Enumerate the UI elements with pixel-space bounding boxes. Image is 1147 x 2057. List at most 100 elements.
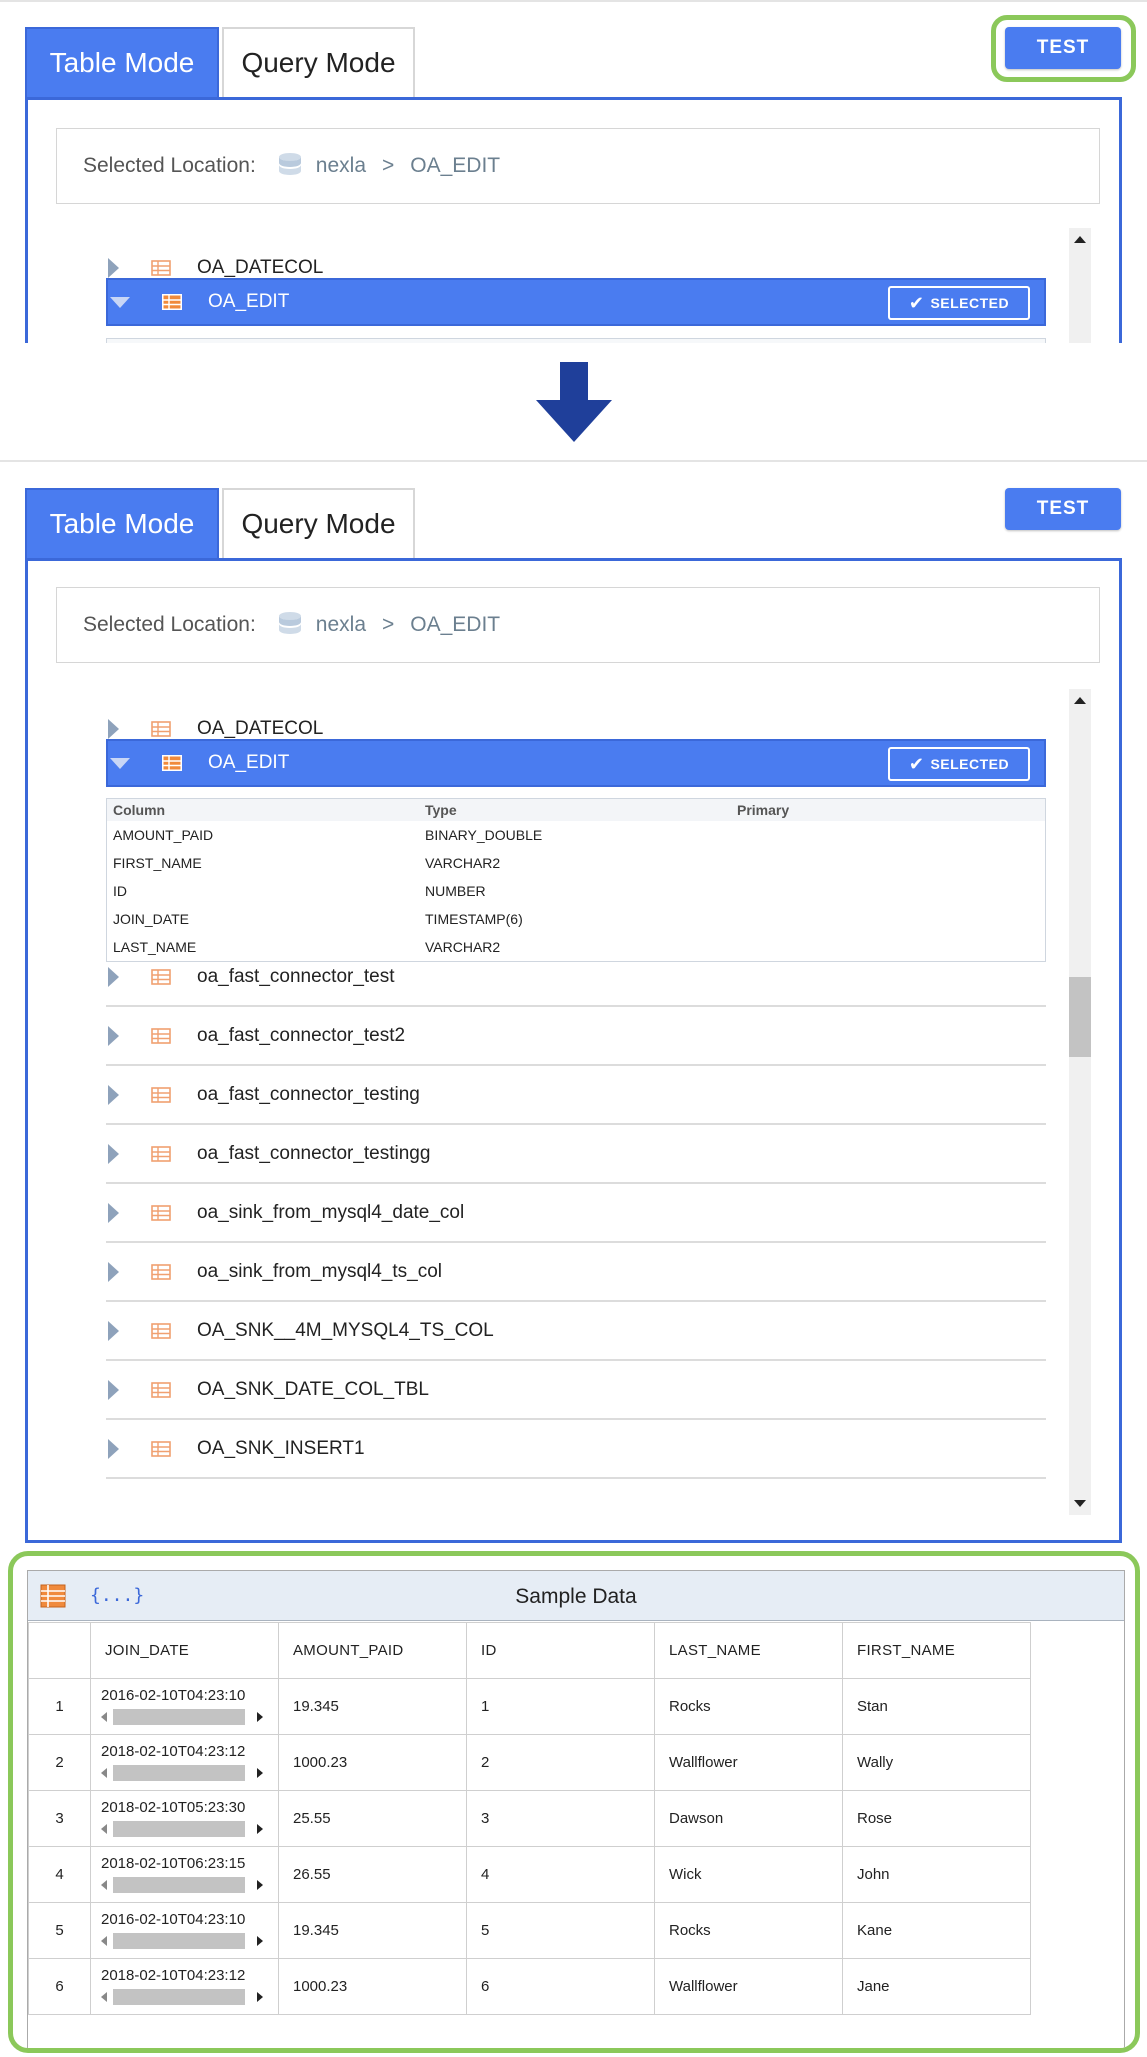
cell-scrollbar[interactable] <box>101 1876 271 1894</box>
table-row[interactable]: oa_sink_from_mysql4_date_col <box>106 1185 1046 1243</box>
join-date-cell: 2016-02-10T04:23:10 <box>90 1902 279 1959</box>
tab-query-mode[interactable]: Query Mode <box>222 488 415 558</box>
scroll-down-arrow[interactable] <box>1074 1500 1086 1507</box>
scroll-right-arrow[interactable] <box>257 1992 263 2002</box>
column-header[interactable]: LAST_NAME <box>654 1622 843 1679</box>
scroll-right-arrow[interactable] <box>257 1880 263 1890</box>
scroll-left-arrow[interactable] <box>101 1824 107 1834</box>
cell-scroll-thumb[interactable] <box>113 1765 245 1781</box>
join-date: 2016-02-10T04:23:10 <box>101 1911 246 1928</box>
scroll-left-arrow[interactable] <box>101 1936 107 1946</box>
scroll-up-arrow[interactable] <box>1074 697 1086 704</box>
table-row[interactable]: oa_sink_from_mysql4_ts_col <box>106 1244 1046 1302</box>
selected-badge-label: SELECTED <box>930 756 1010 772</box>
scroll-right-arrow[interactable] <box>257 1712 263 1722</box>
cell-scrollbar[interactable] <box>101 1764 271 1782</box>
column-header[interactable]: ID <box>466 1622 655 1679</box>
expand-icon[interactable] <box>108 967 119 987</box>
test-button[interactable]: TEST <box>1005 488 1121 530</box>
table-row[interactable]: OA_SNK_INSERT1 <box>106 1421 1046 1479</box>
scroll-thumb[interactable] <box>1069 977 1091 1057</box>
collapse-icon[interactable] <box>110 757 130 769</box>
expand-icon[interactable] <box>108 1262 119 1282</box>
expand-icon[interactable] <box>108 1085 119 1105</box>
cell-scrollbar[interactable] <box>101 1932 271 1950</box>
location-separator: > <box>382 613 395 636</box>
table-name: OA_SNK_DATE_COL_TBL <box>197 1379 429 1400</box>
row-index: 4 <box>28 1846 91 1903</box>
scroll-left-arrow[interactable] <box>101 1992 107 2002</box>
cell-scroll-thumb[interactable] <box>113 1821 245 1837</box>
table-row[interactable]: OA_SNK__4M_MYSQL4_TS_COL <box>106 1303 1046 1361</box>
location-table[interactable]: OA_EDIT <box>410 613 500 637</box>
cell-scrollbar[interactable] <box>101 1988 271 2006</box>
last-name-cell: Wick <box>654 1846 843 1903</box>
expand-icon[interactable] <box>108 719 119 739</box>
columns-peek <box>106 338 1046 343</box>
divider <box>0 0 1147 2</box>
expand-icon[interactable] <box>108 258 119 278</box>
table-header-row: JOIN_DATE AMOUNT_PAID ID LAST_NAME FIRST… <box>28 1622 1031 1679</box>
column-name: AMOUNT_PAID <box>113 827 214 843</box>
column-header[interactable]: FIRST_NAME <box>842 1622 1031 1679</box>
column-name: JOIN_DATE <box>113 911 189 927</box>
cell-scroll-thumb[interactable] <box>113 1877 245 1893</box>
scroll-up-arrow[interactable] <box>1074 236 1086 243</box>
selected-location-label: Selected Location: <box>83 154 256 177</box>
table-row[interactable]: oa_fast_connector_test2 <box>106 1008 1046 1066</box>
scroll-left-arrow[interactable] <box>101 1768 107 1778</box>
scrollbar[interactable] <box>1069 228 1091 343</box>
table-row-selected[interactable]: OA_EDIT ✔ SELECTED <box>106 278 1046 326</box>
selected-badge[interactable]: ✔ SELECTED <box>888 747 1030 781</box>
expand-icon[interactable] <box>108 1380 119 1400</box>
column-header[interactable]: JOIN_DATE <box>90 1622 279 1679</box>
scroll-right-arrow[interactable] <box>257 1936 263 1946</box>
join-date: 2018-02-10T05:23:30 <box>101 1799 246 1816</box>
selected-badge[interactable]: ✔ SELECTED <box>888 286 1030 320</box>
cell-scroll-thumb[interactable] <box>113 1709 245 1725</box>
scroll-left-arrow[interactable] <box>101 1880 107 1890</box>
database-icon <box>278 153 301 175</box>
test-button[interactable]: TEST <box>1005 27 1121 69</box>
sample-data-title: Sample Data <box>515 1585 637 1608</box>
table-name: OA_SNK_INSERT1 <box>197 1438 365 1459</box>
scroll-left-arrow[interactable] <box>101 1712 107 1722</box>
table-row-selected[interactable]: OA_EDIT ✔ SELECTED <box>106 739 1046 787</box>
row-index: 5 <box>28 1902 91 1959</box>
expand-icon[interactable] <box>108 1026 119 1046</box>
cell-scroll-thumb[interactable] <box>113 1989 245 2005</box>
location-db[interactable]: nexla <box>316 613 366 637</box>
tab-table-mode[interactable]: Table Mode <box>25 27 219 97</box>
row-index: 1 <box>28 1678 91 1735</box>
row-index: 3 <box>28 1790 91 1847</box>
expand-icon[interactable] <box>108 1144 119 1164</box>
first-name-cell: Jane <box>842 1958 1031 2015</box>
table-row: 1 2016-02-10T04:23:10 19.345 1 Rocks Sta… <box>28 1678 1031 1735</box>
table-row[interactable]: OA_SNK_DATE_COL_TBL <box>106 1362 1046 1420</box>
column-header[interactable]: AMOUNT_PAID <box>278 1622 467 1679</box>
expand-icon[interactable] <box>108 1203 119 1223</box>
sample-data-table: JOIN_DATE AMOUNT_PAID ID LAST_NAME FIRST… <box>28 1622 1031 2015</box>
cell-scroll-thumb[interactable] <box>113 1933 245 1949</box>
join-date-cell: 2018-02-10T04:23:12 <box>90 1734 279 1791</box>
tab-table-mode[interactable]: Table Mode <box>25 488 219 558</box>
cell-scrollbar[interactable] <box>101 1708 271 1726</box>
table-name: oa_fast_connector_testingg <box>197 1143 431 1164</box>
last-name-cell: Dawson <box>654 1790 843 1847</box>
database-icon <box>278 612 301 634</box>
expand-icon[interactable] <box>108 1321 119 1341</box>
scroll-right-arrow[interactable] <box>257 1768 263 1778</box>
expand-icon[interactable] <box>108 1439 119 1459</box>
scroll-right-arrow[interactable] <box>257 1824 263 1834</box>
location-db[interactable]: nexla <box>316 154 366 178</box>
tab-query-mode[interactable]: Query Mode <box>222 27 415 97</box>
column-name: ID <box>113 883 127 899</box>
collapse-icon[interactable] <box>110 296 130 308</box>
table-row[interactable]: oa_fast_connector_test <box>106 949 1046 1007</box>
table-row[interactable]: oa_fast_connector_testing <box>106 1067 1046 1125</box>
selected-badge-label: SELECTED <box>930 295 1010 311</box>
cell-scrollbar[interactable] <box>101 1820 271 1838</box>
location-table[interactable]: OA_EDIT <box>410 154 500 178</box>
table-row[interactable]: oa_fast_connector_testingg <box>106 1126 1046 1184</box>
scrollbar[interactable] <box>1069 689 1091 1515</box>
